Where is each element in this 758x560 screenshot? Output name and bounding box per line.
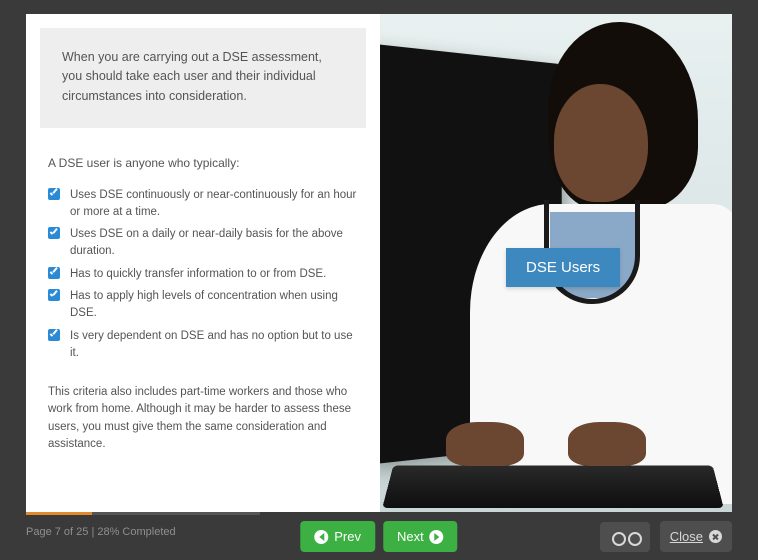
gear-icon	[626, 530, 640, 544]
check-icon	[48, 188, 60, 200]
intro-box: When you are carrying out a DSE assessme…	[40, 28, 366, 128]
list-item-text: Has to apply high levels of concentratio…	[70, 290, 338, 319]
prev-button[interactable]: Prev	[300, 521, 375, 552]
slide-title-badge: DSE Users	[506, 248, 620, 287]
image-pane: DSE Users	[380, 14, 732, 512]
settings-button[interactable]	[600, 522, 650, 552]
prev-label: Prev	[334, 529, 361, 544]
caret-right-icon	[430, 530, 444, 544]
criteria-list: Uses DSE continuously or near-continuous…	[48, 184, 358, 364]
page-indicator: Page 7 of 25 | 28% Completed	[26, 526, 176, 538]
close-label: Close	[670, 529, 703, 544]
illustration-face	[554, 84, 648, 202]
caret-left-icon	[314, 530, 328, 544]
next-label: Next	[397, 529, 424, 544]
progress-fill	[26, 512, 92, 515]
list-item-text: Has to quickly transfer information to o…	[70, 268, 326, 280]
list-item: Uses DSE on a daily or near-daily basis …	[48, 223, 358, 262]
gear-icon	[610, 530, 624, 544]
list-item-text: Uses DSE continuously or near-continuous…	[70, 189, 356, 218]
check-icon	[48, 227, 60, 239]
list-item-text: Uses DSE on a daily or near-daily basis …	[70, 228, 343, 257]
list-heading: A DSE user is anyone who typically:	[48, 156, 366, 170]
list-item: Has to apply high levels of concentratio…	[48, 285, 358, 324]
illustration-hands	[446, 422, 646, 478]
progress-track	[26, 512, 260, 515]
list-item: Is very dependent on DSE and has no opti…	[48, 325, 358, 364]
close-icon	[709, 530, 722, 543]
check-icon	[48, 329, 60, 341]
check-icon	[48, 289, 60, 301]
close-button[interactable]: Close	[660, 521, 732, 552]
next-button[interactable]: Next	[383, 521, 458, 552]
footer-bar: Page 7 of 25 | 28% Completed Prev Next C…	[0, 512, 758, 560]
list-item-text: Is very dependent on DSE and has no opti…	[70, 330, 353, 359]
slide-stage: When you are carrying out a DSE assessme…	[26, 14, 732, 512]
nav-buttons: Prev Next	[300, 521, 457, 552]
list-item: Uses DSE continuously or near-continuous…	[48, 184, 358, 223]
check-icon	[48, 267, 60, 279]
content-pane: When you are carrying out a DSE assessme…	[26, 14, 380, 512]
criteria-note: This criteria also includes part-time wo…	[48, 384, 358, 453]
right-controls: Close	[600, 521, 732, 552]
list-item: Has to quickly transfer information to o…	[48, 263, 358, 286]
